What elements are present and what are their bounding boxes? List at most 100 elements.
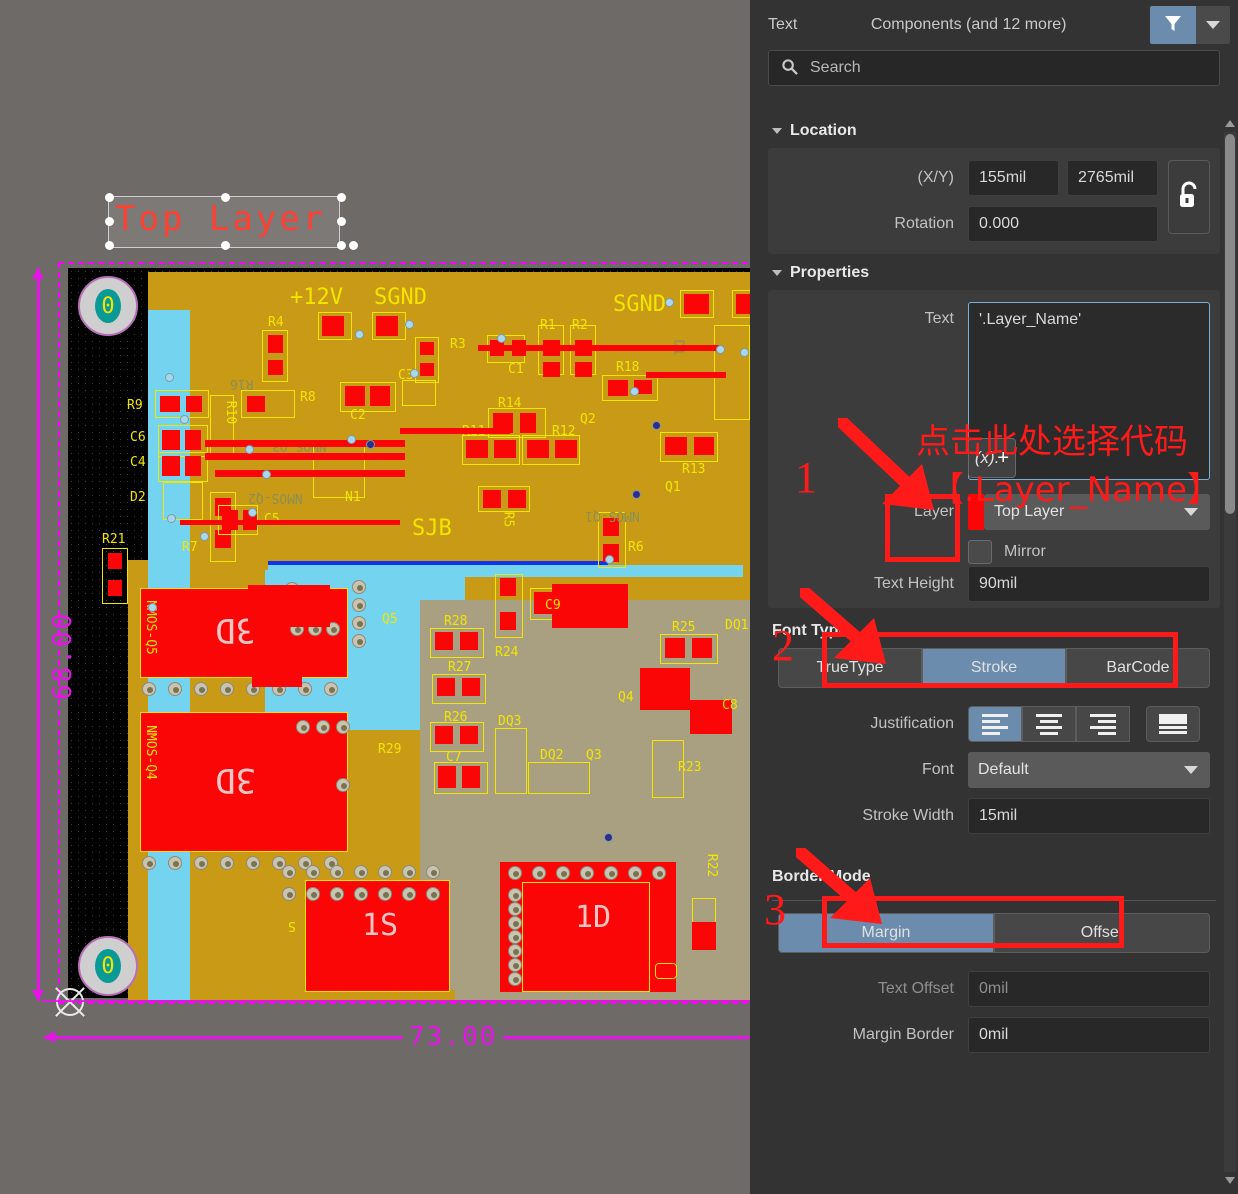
pad[interactable] — [555, 440, 577, 458]
footprint-dq2[interactable] — [528, 762, 590, 794]
panel-scrollbar[interactable] — [1224, 118, 1236, 1186]
pad[interactable] — [186, 396, 202, 412]
scroll-down-arrow-icon[interactable] — [1225, 1177, 1235, 1184]
resize-handle-nw[interactable] — [105, 193, 114, 202]
resize-handle-se[interactable] — [337, 241, 346, 250]
pad[interactable] — [108, 553, 122, 569]
trace[interactable] — [560, 345, 720, 351]
filter-button[interactable] — [1150, 6, 1196, 44]
resize-handle-sw[interactable] — [105, 241, 114, 250]
section-header-properties[interactable]: Properties — [750, 254, 1238, 290]
footprint-1d[interactable] — [522, 882, 650, 992]
resize-handle-w[interactable] — [105, 217, 114, 226]
pad[interactable] — [466, 440, 488, 458]
trace[interactable] — [180, 520, 400, 525]
justify-right-button[interactable] — [1076, 706, 1130, 742]
pad[interactable] — [608, 380, 628, 396]
pad[interactable] — [252, 655, 302, 687]
pad[interactable] — [508, 490, 526, 508]
pad[interactable] — [260, 800, 304, 832]
pad[interactable] — [494, 440, 516, 458]
trace[interactable] — [215, 470, 405, 477]
pad[interactable] — [527, 440, 549, 458]
pad[interactable] — [160, 396, 180, 412]
margin-border-field[interactable]: 0mil — [968, 1017, 1210, 1053]
trace[interactable] — [478, 345, 548, 351]
trace[interactable] — [400, 428, 510, 434]
scrollbar-thumb[interactable] — [1225, 134, 1235, 514]
pad[interactable] — [108, 580, 122, 596]
text-height-field[interactable]: 90mil — [968, 566, 1210, 602]
stroke-width-field[interactable]: 15mil — [968, 798, 1210, 834]
section-header-location[interactable]: Location — [750, 112, 1238, 148]
resize-handle-e[interactable] — [337, 217, 346, 226]
pad[interactable] — [462, 766, 480, 788]
selected-text-object[interactable]: Top Layer — [105, 193, 358, 250]
pad[interactable] — [500, 578, 516, 596]
pad[interactable] — [420, 342, 434, 355]
footprint-c3[interactable] — [402, 380, 436, 406]
pad[interactable] — [460, 632, 478, 650]
lock-toggle-button[interactable] — [1168, 160, 1210, 234]
pad[interactable] — [376, 316, 398, 336]
pad[interactable] — [162, 456, 180, 476]
pad[interactable] — [640, 668, 690, 710]
pad[interactable] — [247, 396, 265, 412]
justify-block-button[interactable] — [1146, 706, 1200, 742]
trace[interactable] — [205, 440, 405, 447]
pad[interactable] — [483, 490, 501, 508]
justify-left-button[interactable] — [968, 706, 1022, 742]
margin-border-label: Margin Border — [852, 1026, 954, 1043]
pad[interactable] — [520, 413, 536, 433]
pad[interactable] — [736, 294, 750, 314]
x-field[interactable]: 155mil — [968, 160, 1059, 196]
resize-handle-ne[interactable] — [337, 193, 346, 202]
pad[interactable] — [552, 584, 628, 628]
pad[interactable] — [460, 726, 478, 744]
pad[interactable] — [162, 430, 180, 450]
pad[interactable] — [268, 360, 283, 375]
pad[interactable] — [322, 316, 344, 336]
pad[interactable] — [248, 585, 330, 627]
pad[interactable] — [692, 638, 712, 658]
pad[interactable] — [437, 678, 455, 696]
pad[interactable] — [665, 638, 685, 658]
pad[interactable] — [370, 386, 390, 406]
trace[interactable] — [646, 372, 726, 378]
rotation-field[interactable]: 0.000 — [968, 206, 1158, 242]
panel-object-selector[interactable]: Components (and 12 more) — [797, 16, 1150, 34]
pad[interactable] — [694, 437, 714, 455]
scroll-up-arrow-icon[interactable] — [1225, 120, 1235, 127]
justify-center-button[interactable] — [1022, 706, 1076, 742]
silk-d2: D2 — [130, 490, 146, 505]
pad[interactable] — [438, 766, 456, 788]
resize-handle-s[interactable] — [221, 241, 230, 250]
pad[interactable] — [575, 362, 592, 377]
pad[interactable] — [268, 335, 283, 353]
filter-dropdown-button[interactable] — [1196, 6, 1230, 44]
pad[interactable] — [435, 632, 453, 650]
mount-hole-top-left[interactable]: 0 — [78, 276, 138, 336]
footprint-dq3[interactable] — [495, 728, 527, 794]
pad[interactable] — [684, 294, 709, 314]
pad[interactable] — [665, 437, 687, 455]
pad[interactable] — [435, 726, 453, 744]
pad[interactable] — [185, 456, 201, 476]
resize-handle-n[interactable] — [221, 193, 230, 202]
pad[interactable] — [185, 430, 201, 450]
font-dropdown[interactable]: Default — [968, 752, 1210, 788]
pad[interactable] — [256, 746, 330, 796]
mirror-checkbox[interactable] — [968, 540, 992, 564]
pad[interactable] — [420, 363, 434, 376]
pad[interactable] — [500, 612, 516, 630]
silk-r2: R2 — [572, 318, 588, 333]
pad[interactable] — [543, 362, 560, 377]
pcb-canvas[interactable]: Top Layer +12V SGND SGND SJB R16 NMOS-Q3 — [0, 0, 750, 1194]
pad[interactable] — [462, 678, 480, 696]
rotate-handle[interactable] — [349, 241, 358, 250]
y-field[interactable]: 2765mil — [1067, 160, 1158, 196]
trace[interactable] — [205, 453, 405, 460]
pad[interactable] — [345, 386, 365, 406]
search-input[interactable]: Search — [768, 50, 1220, 86]
pad[interactable] — [692, 922, 716, 950]
